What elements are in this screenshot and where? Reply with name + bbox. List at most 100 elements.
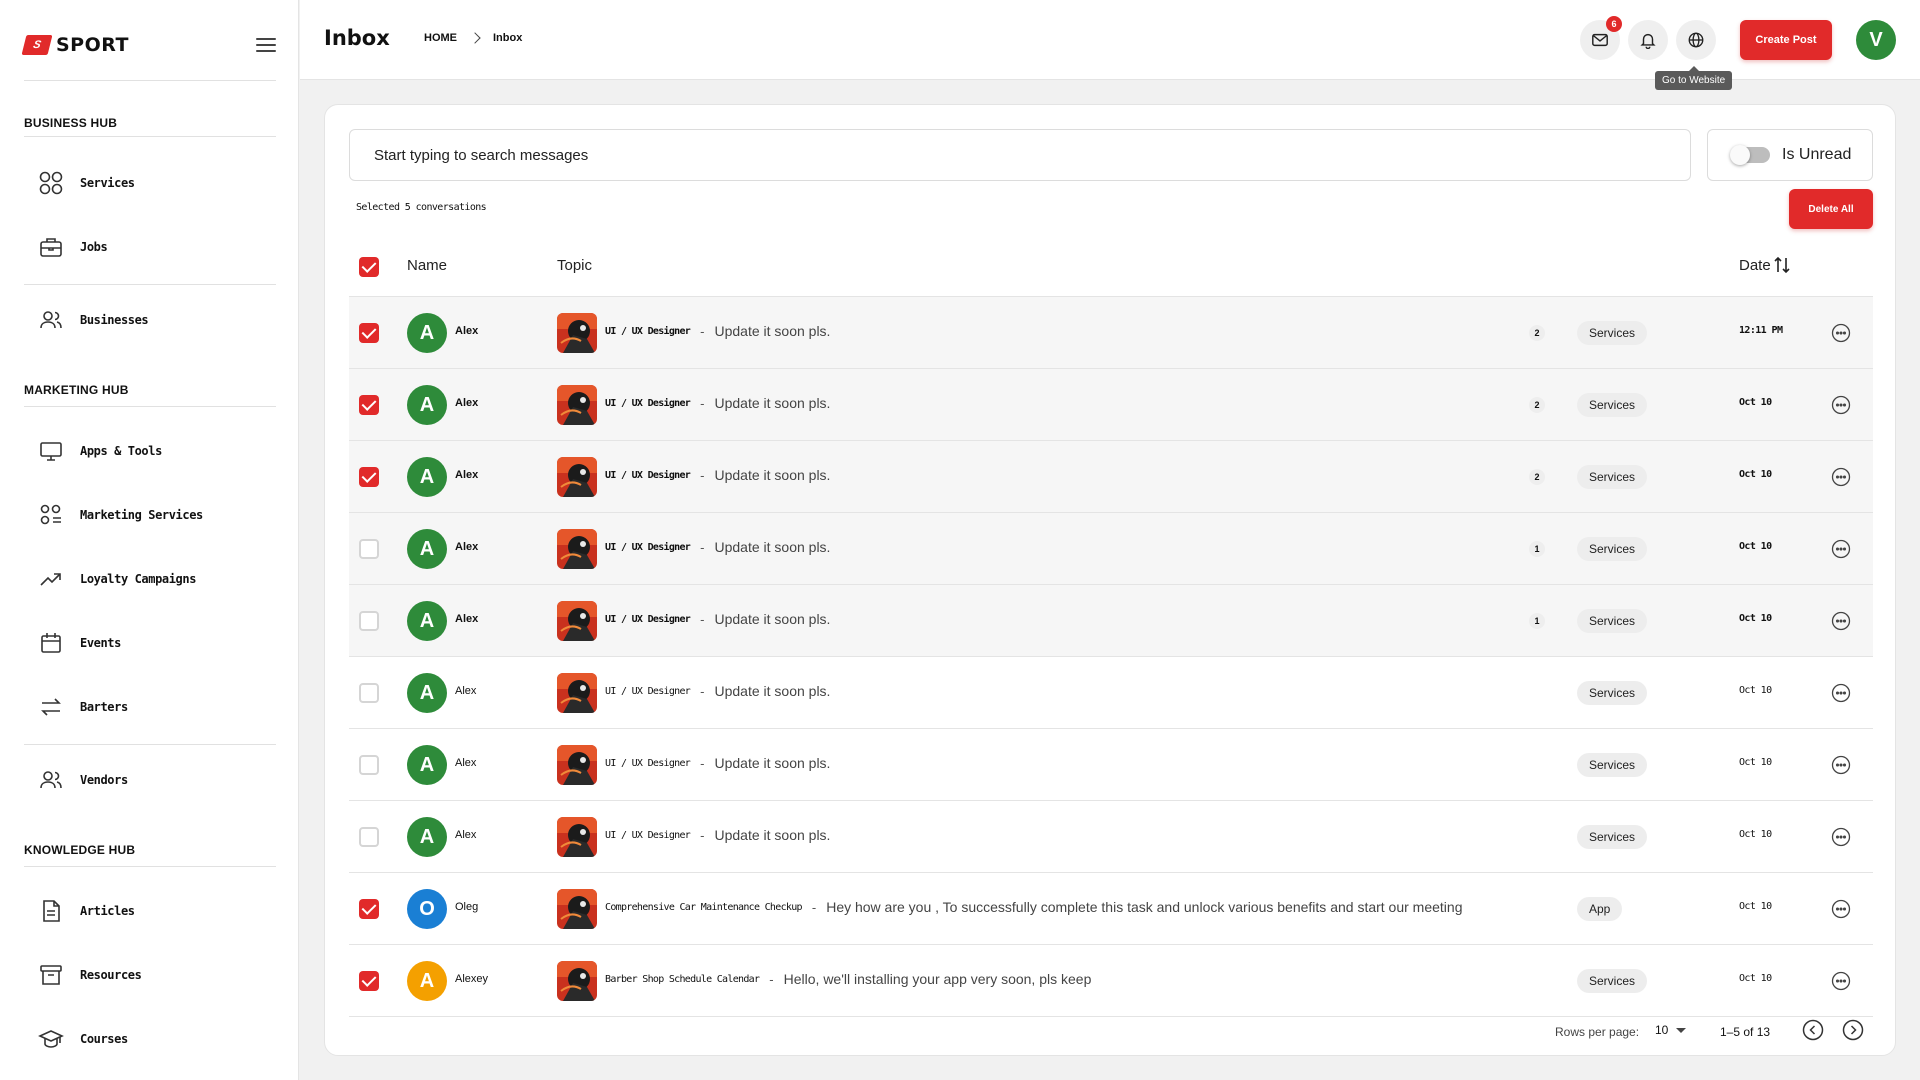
document-icon xyxy=(43,900,60,922)
conversation-list: A Alex UI / UX Designer - Update it soon pls… xyxy=(349,297,1873,1017)
row-checkbox[interactable] xyxy=(359,827,379,847)
more-options-icon[interactable] xyxy=(1831,395,1851,415)
topic-separator: - xyxy=(700,827,705,843)
rows-per-page-select[interactable]: 10 xyxy=(1655,1023,1687,1037)
topic-title: UI / UX Designer xyxy=(605,541,691,553)
previous-page-icon[interactable] xyxy=(1802,1019,1824,1041)
pagination: Rows per page: 10 1–5 of 13 xyxy=(325,1017,1897,1047)
row-checkbox[interactable] xyxy=(359,467,379,487)
section-title-marketing-hub: MARKETING HUB xyxy=(24,383,129,397)
row-date: Oct 10 xyxy=(1739,757,1772,768)
delete-all-button[interactable]: Delete All xyxy=(1789,189,1873,229)
go-to-website-button[interactable] xyxy=(1676,20,1716,60)
sort-icon[interactable] xyxy=(1773,255,1791,275)
sidebar-item-events[interactable]: Events xyxy=(38,623,276,663)
sidebar-item-vendors[interactable]: Vendors xyxy=(38,760,276,800)
more-options-icon[interactable] xyxy=(1831,683,1851,703)
notifications-button[interactable] xyxy=(1628,20,1668,60)
row-checkbox[interactable] xyxy=(359,323,379,343)
more-options-icon[interactable] xyxy=(1831,323,1851,343)
sidebar-item-articles[interactable]: Articles xyxy=(38,891,276,931)
sidebar-item-apps-tools[interactable]: Apps & Tools xyxy=(38,431,276,471)
row-name: Alex xyxy=(455,829,477,841)
menu-icon[interactable] xyxy=(256,38,276,52)
category-tag: App xyxy=(1577,897,1623,921)
unread-toggle[interactable] xyxy=(1730,145,1770,165)
row-avatar: A xyxy=(407,673,447,713)
row-checkbox[interactable] xyxy=(359,755,379,775)
monitor-icon xyxy=(40,442,62,461)
row-avatar: A xyxy=(407,961,447,1001)
table-row[interactable]: A Alex UI / UX Designer - Update it soon pls… xyxy=(349,729,1873,801)
topic-separator: - xyxy=(769,971,774,987)
more-options-icon[interactable] xyxy=(1831,755,1851,775)
message-count-badge: 1 xyxy=(1529,541,1545,557)
search-input[interactable]: Start typing to search messages xyxy=(349,129,1691,181)
more-options-icon[interactable] xyxy=(1831,899,1851,919)
column-date[interactable]: Date xyxy=(1739,257,1771,274)
row-date: Oct 10 xyxy=(1739,397,1772,408)
next-page-icon[interactable] xyxy=(1842,1019,1864,1041)
sidebar: S SPORT BUSINESS HUB Services Jobs Busin… xyxy=(0,0,299,1080)
table-row[interactable]: A Alexey Barber Shop Schedule Calendar - Hel… xyxy=(349,945,1873,1017)
more-options-icon[interactable] xyxy=(1831,827,1851,847)
row-checkbox[interactable] xyxy=(359,899,379,919)
row-date: Oct 10 xyxy=(1739,541,1772,552)
topic-thumbnail xyxy=(557,529,597,569)
select-all-checkbox[interactable] xyxy=(359,257,379,277)
topic-thumbnail xyxy=(557,961,597,1001)
breadcrumb-home[interactable]: HOME xyxy=(424,32,457,44)
row-name: Alex xyxy=(455,613,479,625)
brand-logo[interactable]: S SPORT xyxy=(21,34,129,56)
sidebar-item-marketing-services[interactable]: Marketing Services xyxy=(38,495,276,535)
sidebar-item-label: Events xyxy=(80,636,121,650)
messages-button[interactable]: 6 xyxy=(1580,16,1622,60)
table-row[interactable]: A Alex UI / UX Designer - Update it soon pls… xyxy=(349,369,1873,441)
sidebar-item-barters[interactable]: Barters xyxy=(38,687,276,727)
inbox-card: Start typing to search messages Is Unrea… xyxy=(324,104,1896,1056)
topic-thumbnail xyxy=(557,673,597,713)
row-checkbox[interactable] xyxy=(359,539,379,559)
more-options-icon[interactable] xyxy=(1831,467,1851,487)
table-row[interactable]: A Alex UI / UX Designer - Update it soon pls… xyxy=(349,657,1873,729)
sidebar-item-services[interactable]: Services xyxy=(38,163,276,203)
row-checkbox[interactable] xyxy=(359,971,379,991)
table-row[interactable]: A Alex UI / UX Designer - Update it soon pls… xyxy=(349,585,1873,657)
message-preview: Update it soon pls. xyxy=(714,395,831,411)
row-name: Alex xyxy=(455,469,479,481)
brand-mark: S xyxy=(21,35,53,55)
users-icon xyxy=(40,771,62,789)
topic-separator: - xyxy=(811,899,817,915)
sidebar-item-label: Articles xyxy=(80,904,135,918)
create-post-button[interactable]: Create Post xyxy=(1740,20,1832,60)
table-row[interactable]: A Alex UI / UX Designer - Update it soon pls… xyxy=(349,801,1873,873)
grid-icon xyxy=(39,171,63,195)
sidebar-item-jobs[interactable]: Jobs xyxy=(38,227,276,267)
more-options-icon[interactable] xyxy=(1831,539,1851,559)
row-date: Oct 10 xyxy=(1739,469,1772,480)
selected-count: Selected 5 conversations xyxy=(356,202,487,213)
row-date: Oct 10 xyxy=(1739,829,1772,840)
table-row[interactable]: A Alex UI / UX Designer - Update it soon pls… xyxy=(349,297,1873,369)
message-preview: Update it soon pls. xyxy=(714,827,831,843)
message-count-badge: 2 xyxy=(1529,469,1545,485)
sidebar-item-label: Apps & Tools xyxy=(80,444,162,458)
more-options-icon[interactable] xyxy=(1831,971,1851,991)
row-checkbox[interactable] xyxy=(359,683,379,703)
sidebar-item-loyalty-campaigns[interactable]: Loyalty Campaigns xyxy=(38,559,276,599)
archive-icon xyxy=(40,965,62,985)
table-row[interactable]: O Oleg Comprehensive Car Maintenance Check… xyxy=(349,873,1873,945)
sidebar-item-label: Businesses xyxy=(80,313,149,327)
sidebar-item-resources[interactable]: Resources xyxy=(38,955,276,995)
more-options-icon[interactable] xyxy=(1831,611,1851,631)
category-tag: Services xyxy=(1577,753,1648,777)
sidebar-item-courses[interactable]: Courses xyxy=(38,1019,276,1059)
sidebar-item-label: Resources xyxy=(80,968,142,982)
row-checkbox[interactable] xyxy=(359,395,379,415)
unread-filter[interactable]: Is Unread xyxy=(1707,129,1873,181)
row-checkbox[interactable] xyxy=(359,611,379,631)
user-avatar[interactable]: V xyxy=(1856,20,1896,60)
table-row[interactable]: A Alex UI / UX Designer - Update it soon pls… xyxy=(349,441,1873,513)
table-row[interactable]: A Alex UI / UX Designer - Update it soon pls… xyxy=(349,513,1873,585)
sidebar-item-businesses[interactable]: Businesses xyxy=(38,300,276,340)
